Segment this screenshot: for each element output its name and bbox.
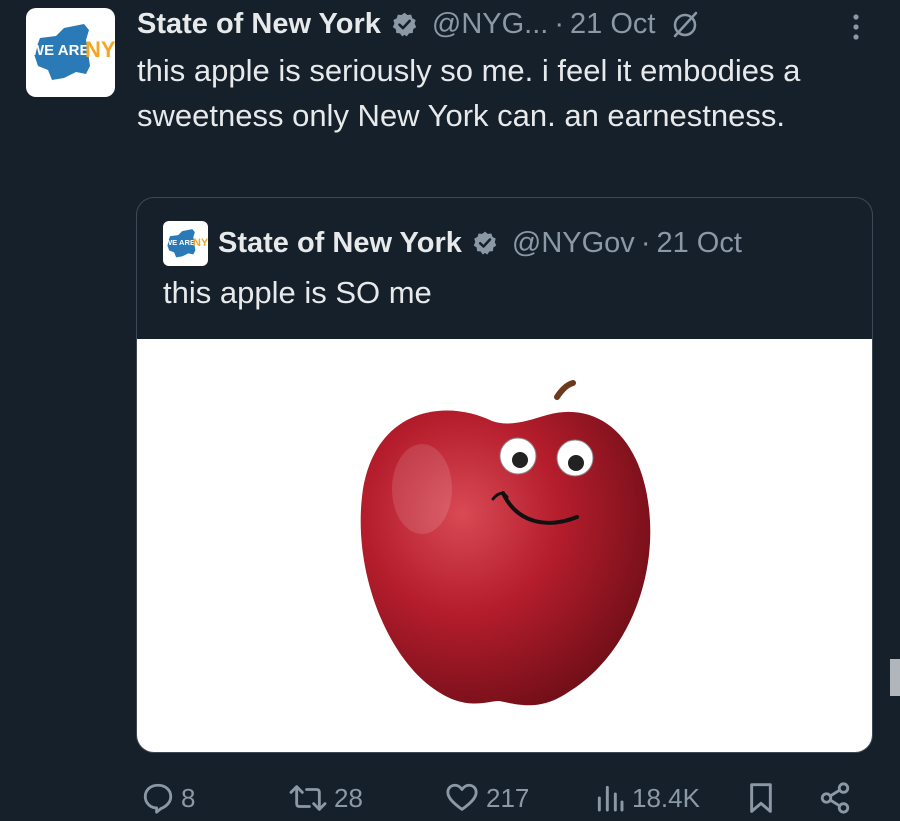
quoted-avatar: WE ARE NY — [163, 220, 208, 266]
reply-icon — [141, 781, 175, 815]
we-are-ny-logo: WE ARE NY — [30, 24, 115, 80]
scrollbar-thumb[interactable] — [890, 659, 900, 696]
share-icon — [818, 781, 852, 815]
apple-image[interactable] — [137, 339, 872, 752]
tweet-header: State of New York @NYG... · 21 Oct — [137, 6, 701, 42]
quoted-tweet-date: 21 Oct — [656, 226, 742, 259]
views-button[interactable]: 18.4K — [594, 776, 700, 820]
tweet-date[interactable]: 21 Oct — [570, 8, 655, 41]
separator-dot: · — [640, 226, 651, 259]
logo-ny-text: NY — [85, 37, 115, 62]
author-handle[interactable]: @NYG... — [432, 8, 548, 41]
quoted-author-handle: @NYGov — [511, 226, 635, 259]
logo-we-are-text: WE ARE — [165, 237, 195, 246]
verified-icon — [472, 230, 498, 256]
quoted-tweet[interactable]: WE ARE NY State of New York @NYGov · 21 … — [136, 197, 873, 753]
bookmark-button[interactable] — [745, 776, 777, 820]
quoted-tweet-header: WE ARE NY State of New York @NYGov · 21 … — [163, 220, 742, 266]
reply-button[interactable]: 8 — [141, 776, 195, 820]
repost-button[interactable]: 28 — [288, 776, 363, 820]
share-button[interactable] — [818, 776, 852, 820]
quoted-tweet-text: this apple is SO me — [163, 275, 432, 310]
like-icon — [444, 781, 480, 815]
separator-dot: · — [554, 7, 565, 40]
we-are-ny-logo: WE ARE NY — [165, 228, 208, 257]
not-interested-icon[interactable] — [671, 9, 701, 39]
action-bar: 8 28 217 18.4K — [0, 776, 900, 820]
more-icon[interactable] — [842, 8, 870, 42]
bookmark-icon — [745, 780, 777, 816]
views-icon — [594, 781, 626, 815]
logo-we-are-text: WE ARE — [30, 42, 89, 59]
tweet-text: this apple is seriously so me. i feel it… — [137, 53, 801, 133]
reply-count: 8 — [181, 782, 196, 813]
verified-icon[interactable] — [391, 11, 418, 38]
like-button[interactable]: 217 — [444, 776, 529, 820]
repost-icon — [288, 781, 328, 815]
avatar[interactable]: WE ARE NY — [26, 8, 115, 97]
author-name[interactable]: State of New York — [137, 8, 381, 41]
like-count: 217 — [486, 782, 530, 813]
views-count: 18.4K — [632, 782, 700, 813]
repost-count: 28 — [334, 782, 363, 813]
quoted-author-name: State of New York — [218, 226, 462, 259]
logo-ny-text: NY — [193, 236, 208, 248]
